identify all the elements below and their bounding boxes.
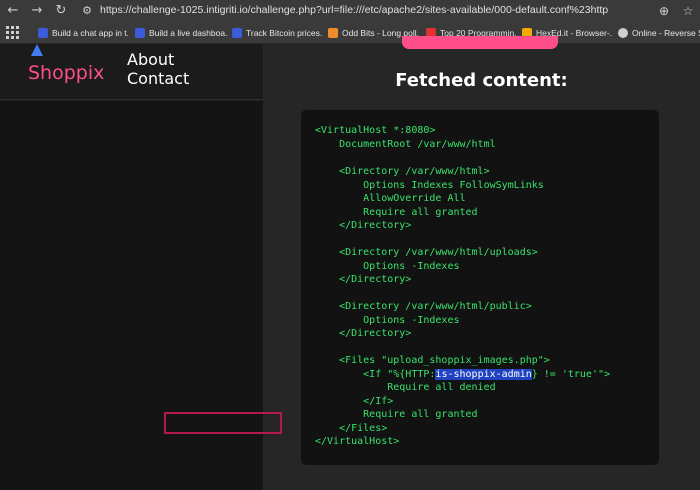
site-header: Shoppix About Contact — [0, 44, 263, 100]
nav-link-contact[interactable]: Contact — [127, 69, 189, 88]
code-line: DocumentRoot /var/www/html — [315, 139, 496, 150]
annotation-highlight-box — [164, 412, 282, 434]
code-line: Require all granted — [315, 207, 478, 218]
bookmark-label: Track Bitcoin prices... — [246, 28, 322, 38]
code-line: </Directory> — [315, 274, 412, 285]
code-line: AllowOverride All — [315, 193, 466, 204]
page: Shoppix About Contact Fetched content: <… — [0, 36, 700, 490]
code-line: </Directory> — [315, 328, 412, 339]
code-line: </Files> — [315, 423, 388, 434]
bookmark-item[interactable]: Online - Reverse Sh... — [618, 26, 700, 40]
bookmark-item[interactable]: Track Bitcoin prices... — [232, 26, 322, 40]
code-line: </If> — [315, 396, 394, 407]
browser-address-bar: ← → ↻ ⚙ https://challenge-1025.intigriti… — [0, 0, 700, 22]
brand-logo-text[interactable]: Shoppix — [28, 62, 104, 84]
highlighted-header-name: is-shoppix-admin — [435, 369, 532, 380]
main-content: Fetched content: <VirtualHost *:8080> Do… — [263, 36, 700, 490]
forward-arrow-icon[interactable]: → — [28, 2, 46, 20]
reload-icon[interactable]: ↻ — [52, 2, 70, 20]
code-line: <Files "upload_shoppix_images.php"> — [315, 355, 550, 366]
code-line: </Directory> — [315, 220, 412, 231]
code-line: <Directory /var/www/html/uploads> — [315, 247, 538, 258]
code-line: Options -Indexes — [315, 315, 460, 326]
apps-grid-icon[interactable] — [6, 26, 20, 40]
site-settings-icon[interactable]: ⚙ — [80, 4, 94, 18]
bookmark-item[interactable]: Build a live dashboa... — [135, 26, 227, 40]
code-if-suffix: } != 'true'"> — [531, 369, 611, 380]
logo-icon — [31, 44, 43, 56]
code-line-if: <If "%{HTTP:is-shoppix-admin} != 'true'"… — [315, 369, 610, 381]
code-line: <Directory /var/www/html/public> — [315, 301, 532, 312]
bookmark-favicon-icon — [135, 28, 145, 38]
code-line: Require all granted — [315, 409, 478, 420]
code-block: <VirtualHost *:8080> DocumentRoot /var/w… — [301, 110, 659, 465]
page-title: Fetched content: — [395, 70, 568, 91]
bookmark-favicon-icon — [38, 28, 48, 38]
code-line: Options Indexes FollowSymLinks — [315, 180, 544, 191]
zoom-icon[interactable]: ⊕ — [655, 2, 673, 20]
back-arrow-icon[interactable]: ← — [4, 2, 22, 20]
bookmark-favicon-icon — [232, 28, 242, 38]
nav-link-about[interactable]: About — [127, 50, 174, 69]
url-field[interactable]: https://challenge-1025.intigriti.io/chal… — [100, 4, 608, 16]
code-line: </VirtualHost> — [315, 436, 400, 447]
code-line: <VirtualHost *:8080> — [315, 125, 436, 136]
code-line: <Directory /var/www/html> — [315, 166, 490, 177]
bookmark-label: Build a chat app in t... — [52, 28, 128, 38]
bookmark-favicon-icon — [328, 28, 338, 38]
fetch-button[interactable] — [402, 36, 558, 49]
bookmarks-bar: Build a chat app in t... Build a live da… — [0, 22, 700, 44]
code-line: Options -Indexes — [315, 261, 460, 272]
code-line: Require all denied — [315, 382, 496, 393]
bookmark-star-icon[interactable]: ☆ — [679, 2, 697, 20]
skull-icon — [618, 28, 628, 38]
code-if-prefix: <If "%{HTTP: — [315, 369, 436, 380]
bookmark-label: Build a live dashboa... — [149, 28, 227, 38]
bookmark-label: Online - Reverse Sh... — [632, 28, 700, 38]
bookmark-item[interactable]: Build a chat app in t... — [38, 26, 128, 40]
